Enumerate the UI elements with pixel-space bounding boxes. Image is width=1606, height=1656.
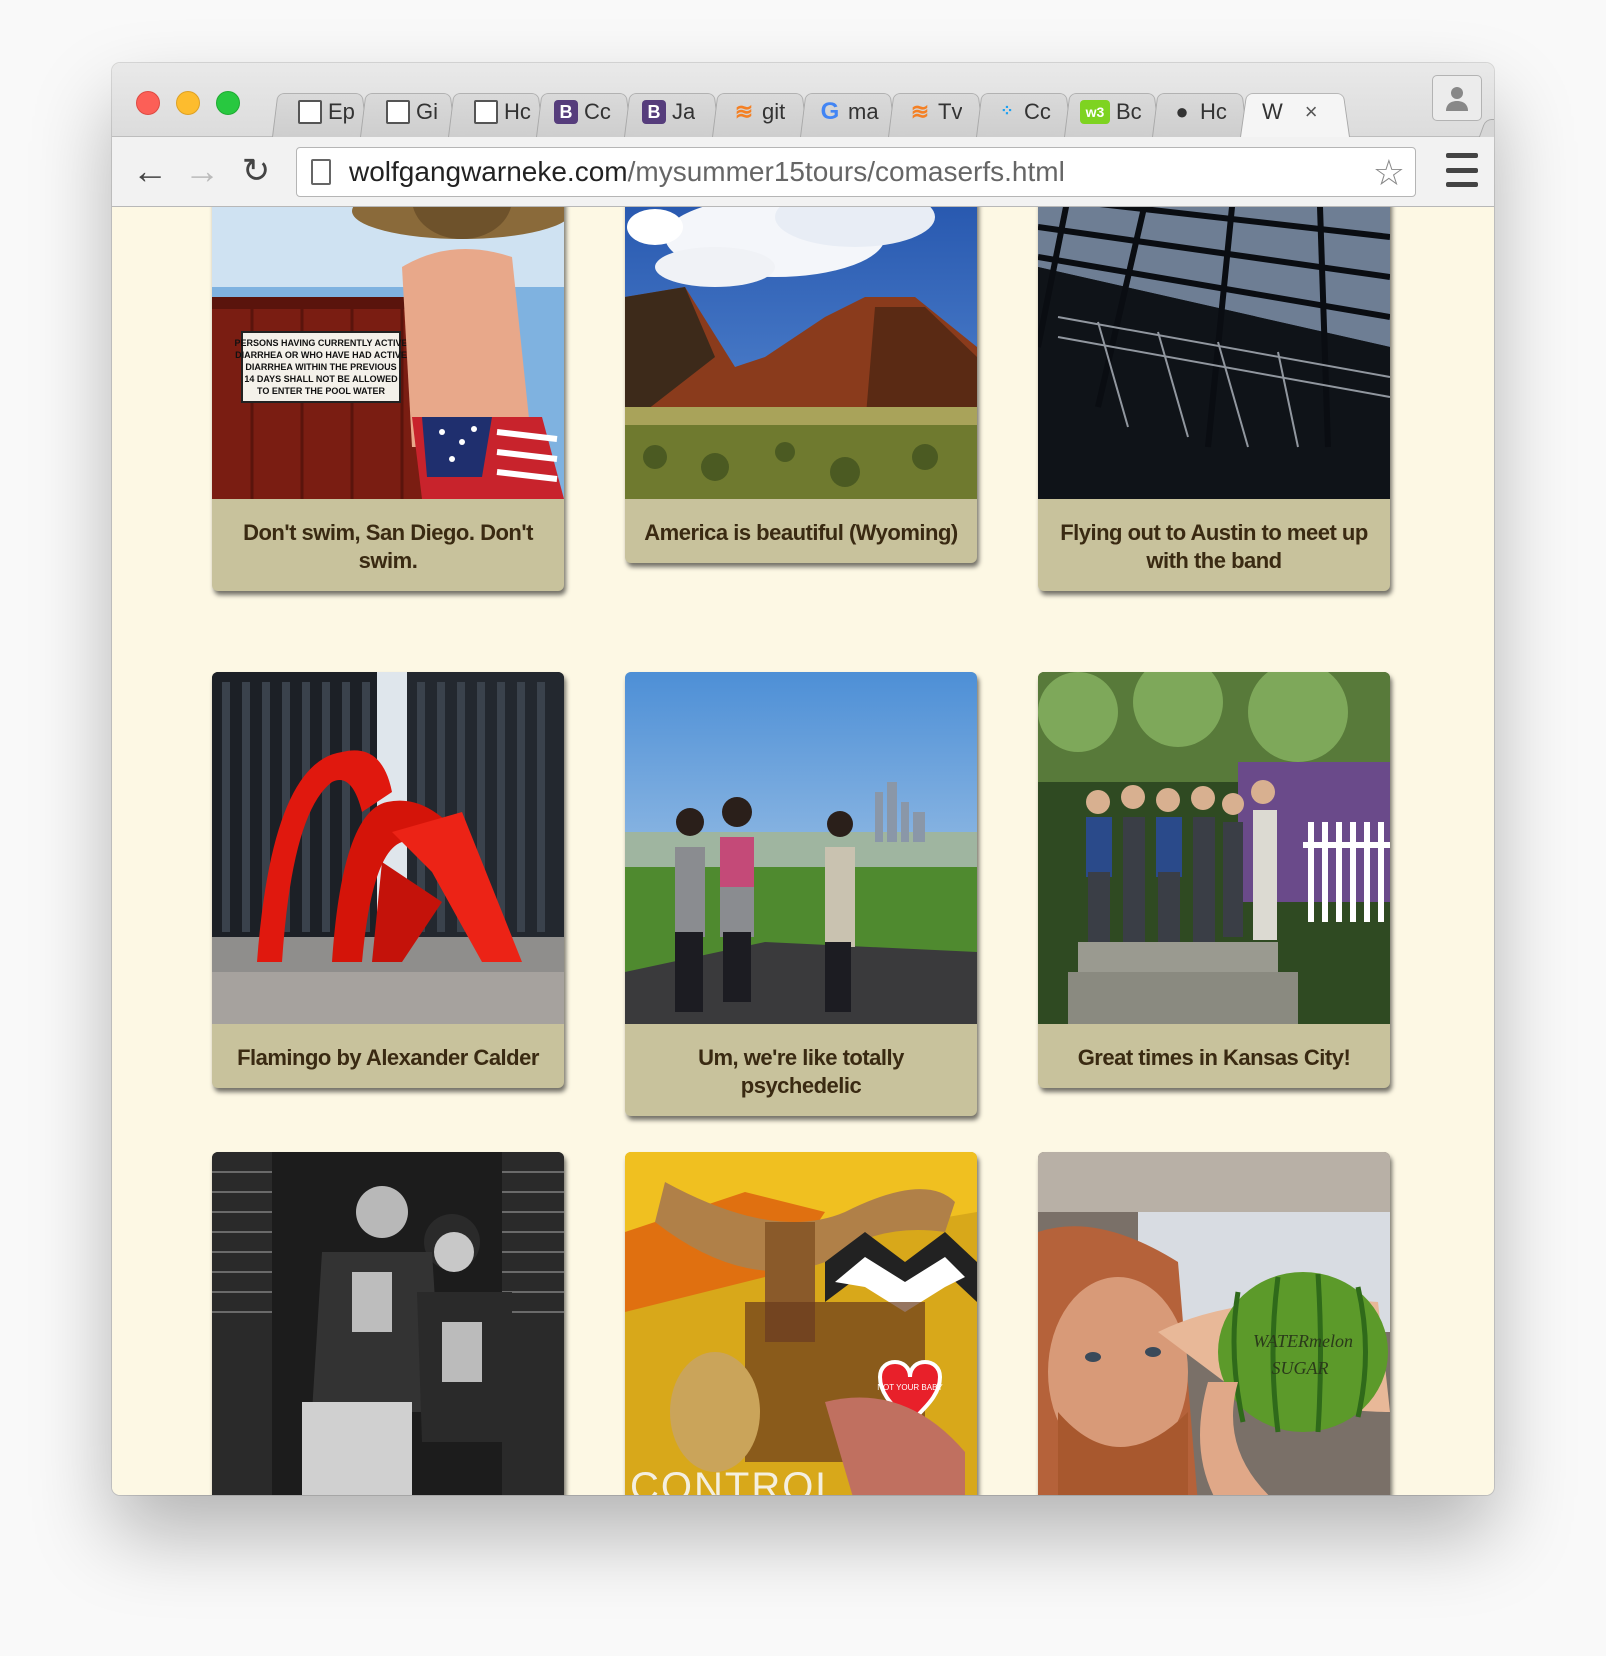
- tab-content: Gi: [386, 97, 438, 127]
- tab-strip: Ep Gi Hc B Cc B Ja ≋ git G ma ≋ Tv ⁘ Cc …: [112, 63, 1494, 149]
- bootstrap-icon: B: [554, 100, 578, 124]
- close-tab-icon[interactable]: ×: [1305, 99, 1318, 125]
- back-arrow-icon[interactable]: ←: [128, 149, 172, 193]
- stackoverflow-icon: ≋: [734, 99, 754, 124]
- menu-icon[interactable]: [1446, 153, 1478, 187]
- tab-content: ≋ git: [732, 97, 785, 127]
- photo-card[interactable]: Flamingo by Alexander Calder: [212, 672, 564, 1088]
- maximize-window-button[interactable]: [216, 91, 240, 115]
- sign-line-2: DIARRHEA OR WHO HAVE HAD ACTIVE: [235, 350, 407, 360]
- forward-arrow-icon[interactable]: →: [180, 149, 224, 193]
- photo-card[interactable]: Great times in Kansas City!: [1038, 672, 1390, 1088]
- tab-content: B Cc: [554, 97, 611, 127]
- photo-card[interactable]: PERSONS HAVING CURRENTLY ACTIVE DIARRHEA…: [212, 207, 564, 591]
- tab-content: Ep: [298, 97, 355, 127]
- tab-content: G ma: [818, 97, 879, 127]
- photo-airport-roof: [1038, 207, 1390, 499]
- google-icon: G: [820, 98, 840, 125]
- photo-card[interactable]: Um, we're like totally psychedelic: [625, 672, 977, 1116]
- photo-kansas-city: [1038, 672, 1390, 1024]
- tab-label: Tv: [938, 99, 963, 124]
- photo-flamingo: [212, 672, 564, 1024]
- document-icon: [474, 100, 498, 124]
- tab-content: w3 Bc: [1080, 97, 1142, 127]
- tab-content: ⁘ Cc: [994, 97, 1051, 127]
- minimize-window-button[interactable]: [176, 91, 200, 115]
- profile-icon[interactable]: [1432, 75, 1482, 121]
- navigation-toolbar: ← → ↻ wolfgangwarneke.com/mysummer15tour…: [112, 137, 1494, 207]
- apple-icon: ●: [1175, 99, 1189, 124]
- url-path: /mysummer15tours/comaserfs.html: [627, 156, 1065, 187]
- sign-line-5: TO ENTER THE POOL WATER: [257, 386, 386, 396]
- photo-caption: Flying out to Austin to meet up with the…: [1060, 520, 1368, 573]
- tab-label: W: [1262, 99, 1283, 124]
- photo-caption: Flamingo by Alexander Calder: [237, 1045, 539, 1070]
- tab-label: Ja: [672, 99, 696, 124]
- tab-label: Hc: [504, 99, 531, 124]
- tab-label: Cc: [584, 99, 611, 124]
- reload-icon[interactable]: ↻: [234, 149, 278, 193]
- tab-content: W ×: [1262, 97, 1318, 127]
- mural-text: CONTROL: [630, 1465, 840, 1495]
- sign-line-3: DIARRHEA WITHIN THE PREVIOUS: [245, 362, 396, 372]
- photo-card[interactable]: [212, 1152, 564, 1495]
- tab-label: Bc: [1116, 99, 1142, 124]
- tab-content: Hc: [474, 97, 531, 127]
- close-window-button[interactable]: [136, 91, 160, 115]
- tab-label: Ep: [328, 99, 355, 124]
- photo-caption: Don't swim, San Diego. Don't swim.: [243, 520, 533, 573]
- tab-content: B Ja: [642, 97, 695, 127]
- tab-label: ma: [848, 99, 879, 124]
- photo-card[interactable]: America is beautiful (Wyoming): [625, 207, 977, 563]
- photo-dont-swim: PERSONS HAVING CURRENTLY ACTIVE DIARRHEA…: [212, 207, 564, 499]
- url-domain: wolfgangwarneke.com: [349, 156, 628, 187]
- photo-wyoming: [625, 207, 977, 499]
- browser-window: Ep Gi Hc B Cc B Ja ≋ git G ma ≋ Tv ⁘ Cc …: [112, 63, 1494, 1495]
- bookmark-star-icon[interactable]: ☆: [1373, 152, 1405, 194]
- document-icon: [386, 100, 410, 124]
- tab-content: ≋ Tv: [908, 97, 963, 127]
- photo-bw-brick: [212, 1152, 564, 1495]
- photo-caption: America is beautiful (Wyoming): [644, 520, 958, 545]
- sign-line-4: 14 DAYS SHALL NOT BE ALLOWED: [244, 374, 398, 384]
- tab-content: ● Hc: [1170, 97, 1227, 127]
- document-icon: [298, 100, 322, 124]
- heart-text: NOT YOUR BABY: [877, 1383, 943, 1392]
- sign-line-1: PERSONS HAVING CURRENTLY ACTIVE: [234, 338, 407, 348]
- photo-caption: Um, we're like totally psychedelic: [698, 1045, 904, 1098]
- bootstrap-icon: B: [642, 100, 666, 124]
- photo-card[interactable]: WATERmelon SUGAR: [1038, 1152, 1390, 1495]
- tab-label: Hc: [1200, 99, 1227, 124]
- url-text[interactable]: wolfgangwarneke.com/mysummer15tours/coma…: [349, 156, 1065, 188]
- dots-icon: ⁘: [1000, 103, 1013, 120]
- photo-mural: NOT YOUR BABY CONTROL: [625, 1152, 977, 1495]
- tab-label: Gi: [416, 99, 438, 124]
- photo-psychedelic: [625, 672, 977, 1024]
- photo-caption: Great times in Kansas City!: [1077, 1045, 1351, 1070]
- melon-text-1: WATERmelon: [1253, 1331, 1353, 1351]
- page-viewport: PERSONS HAVING CURRENTLY ACTIVE DIARRHEA…: [112, 207, 1494, 1495]
- photo-card[interactable]: NOT YOUR BABY CONTROL: [625, 1152, 977, 1495]
- tab-label: Cc: [1024, 99, 1051, 124]
- w3-icon: w3: [1080, 100, 1110, 124]
- photo-card[interactable]: Flying out to Austin to meet up with the…: [1038, 207, 1390, 591]
- melon-text-2: SUGAR: [1272, 1358, 1329, 1378]
- photo-watermelon: WATERmelon SUGAR: [1038, 1152, 1390, 1495]
- stackoverflow-icon: ≋: [910, 99, 930, 124]
- tab-label: git: [762, 99, 786, 124]
- page-icon: [311, 159, 331, 185]
- address-bar[interactable]: wolfgangwarneke.com/mysummer15tours/coma…: [296, 147, 1416, 197]
